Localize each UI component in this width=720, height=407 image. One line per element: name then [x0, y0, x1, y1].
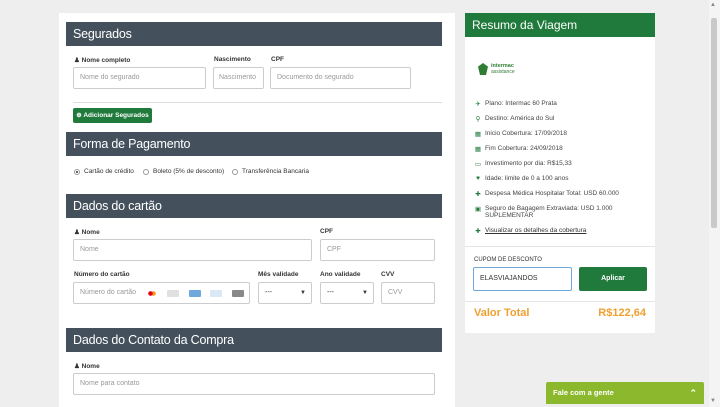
- card-name-input[interactable]: Nome: [73, 239, 312, 261]
- summary-item: ⚲ Destino: América do Sul: [474, 115, 650, 123]
- coverage-details-link[interactable]: ✚ Visualizar os detalhes da cobertura: [474, 227, 650, 235]
- divider: [465, 246, 655, 247]
- summary-item: ▣ Seguro de Bagagem Extraviada: USD 1.000…: [474, 205, 650, 219]
- summary-item-text: Fim Cobertura: 24/09/2018: [485, 145, 563, 152]
- insured-name-input[interactable]: Nome do segurado: [73, 67, 206, 89]
- radio-boleto[interactable]: Boleto (5% de desconto): [143, 168, 224, 175]
- chat-label: Fale com a gente: [553, 388, 614, 397]
- contact-section-title: Dados do Contato da Compra: [66, 328, 442, 352]
- summary-item: ▭ Investimento por dia: R$15,33: [474, 160, 650, 168]
- total-value: R$122,64: [598, 307, 646, 319]
- summary-item: ▦ Inicio Cobertura: 17/09/2018: [474, 130, 650, 138]
- elo-icon: [210, 290, 222, 297]
- payment-section-title: Forma de Pagamento: [66, 132, 442, 156]
- month-label: Mês validade: [258, 271, 299, 278]
- card-cpf-label: CPF: [320, 228, 333, 235]
- page-scrollbar[interactable]: ▲ ▼: [709, 0, 720, 407]
- summary-item: ▦ Fim Cobertura: 24/09/2018: [474, 145, 650, 153]
- card-number-label: Número do cartão: [74, 271, 130, 278]
- chat-widget-bar[interactable]: Fale com a gente ⌃: [546, 382, 704, 404]
- summary-item-text: Plano: Intermac 60 Prata: [485, 100, 557, 107]
- insured-name-label: ♟ Nome completo: [74, 57, 131, 64]
- total-label: Valor Total: [474, 307, 530, 319]
- summary-item-text: Idade: limite de 0 a 100 anos: [485, 175, 569, 182]
- scroll-thumb[interactable]: [711, 18, 717, 228]
- calendar-icon: ▦: [474, 131, 482, 138]
- apply-coupon-button[interactable]: Aplicar: [579, 267, 647, 291]
- summary-item-text: Seguro de Bagagem Extraviada: USD 1.000 …: [485, 205, 613, 219]
- add-insured-button[interactable]: ⊕ Adicionar Segurados: [73, 108, 152, 123]
- heart-icon: ♥: [476, 175, 480, 182]
- contact-name-label: ♟ Nome: [74, 363, 100, 370]
- summary-title: Resumo da Viagem: [465, 13, 655, 37]
- card-cpf-input[interactable]: CPF: [320, 239, 435, 261]
- year-label: Ano validade: [320, 271, 361, 278]
- chevron-up-icon: ⌃: [689, 388, 697, 398]
- checkout-form-panel: Segurados ♟ Nome completo Nome do segura…: [59, 13, 455, 407]
- insured-section-title: Segurados: [66, 22, 442, 46]
- radio-credit-card[interactable]: Cartão de crédito: [74, 168, 134, 175]
- contact-name-input[interactable]: Nome para contato: [73, 373, 435, 395]
- hipercard-icon: [232, 290, 244, 297]
- money-icon: ▭: [474, 161, 482, 168]
- logo-text-2: assistance: [491, 69, 515, 75]
- cvv-label: CVV: [381, 271, 395, 278]
- suitcase-icon: ▣: [474, 206, 482, 213]
- month-select[interactable]: --- ▼: [258, 282, 312, 304]
- birth-label: Nascimento: [214, 56, 251, 63]
- birth-input[interactable]: Nascimento: [213, 67, 264, 89]
- radio-dot-checked: [74, 168, 80, 175]
- insured-cpf-label: CPF: [271, 56, 284, 63]
- amex-icon: [189, 290, 201, 297]
- logo-mark-icon: [478, 63, 488, 75]
- scroll-up-icon[interactable]: ▲: [710, 2, 716, 8]
- summary-item-text: Investimento por dia: R$15,33: [485, 160, 572, 167]
- card-section-title: Dados do cartão: [66, 194, 442, 218]
- location-icon: ⚲: [475, 116, 481, 123]
- insured-cpf-input[interactable]: Documento do segurado: [270, 67, 411, 89]
- scroll-down-icon[interactable]: ▼: [710, 398, 716, 404]
- cvv-input[interactable]: CVV: [381, 282, 435, 304]
- intermac-logo: intermac assistance: [478, 60, 538, 82]
- mastercard-icon: [147, 290, 157, 297]
- year-select[interactable]: --- ▼: [320, 282, 374, 304]
- caret-down-icon: ▼: [362, 290, 368, 296]
- card-name-label: ♟ Nome: [74, 229, 100, 236]
- plane-icon: ✈: [475, 101, 481, 108]
- divider: [465, 301, 655, 302]
- coupon-input[interactable]: ELASVIAJANDOS: [473, 267, 572, 291]
- plus-icon: ✚: [475, 228, 481, 235]
- diners-icon: [167, 290, 179, 297]
- summary-item: ♥ Idade: limite de 0 a 100 anos: [474, 175, 650, 182]
- summary-item-text: Despesa Médica Hospitalar Total: USD 60.…: [485, 190, 619, 197]
- summary-item: ✈ Plano: Intermac 60 Prata: [474, 100, 650, 108]
- plus-circle-icon: ⊕: [76, 112, 82, 119]
- summary-item-text: Inicio Cobertura: 17/09/2018: [485, 130, 568, 137]
- radio-dot: [232, 168, 238, 175]
- summary-item-text: Destino: América do Sul: [485, 115, 555, 122]
- trip-summary-panel: Resumo da Viagem intermac assistance ✈ Pl…: [465, 13, 655, 333]
- summary-item: ✚ Despesa Médica Hospitalar Total: USD 60…: [474, 190, 650, 198]
- caret-down-icon: ▼: [300, 290, 306, 296]
- user-icon: ♟: [74, 363, 80, 370]
- calendar-icon: ▦: [474, 146, 482, 153]
- radio-bank-transfer[interactable]: Transferência Bancaria: [232, 168, 309, 175]
- card-number-input[interactable]: Número do cartão: [73, 282, 250, 304]
- user-icon: ♟: [74, 229, 80, 236]
- medical-icon: ✚: [475, 191, 481, 198]
- radio-dot: [143, 168, 149, 175]
- divider: [73, 102, 442, 103]
- coupon-label: CUPOM DE DESCONTO: [474, 257, 542, 263]
- user-icon: ♟: [74, 57, 80, 64]
